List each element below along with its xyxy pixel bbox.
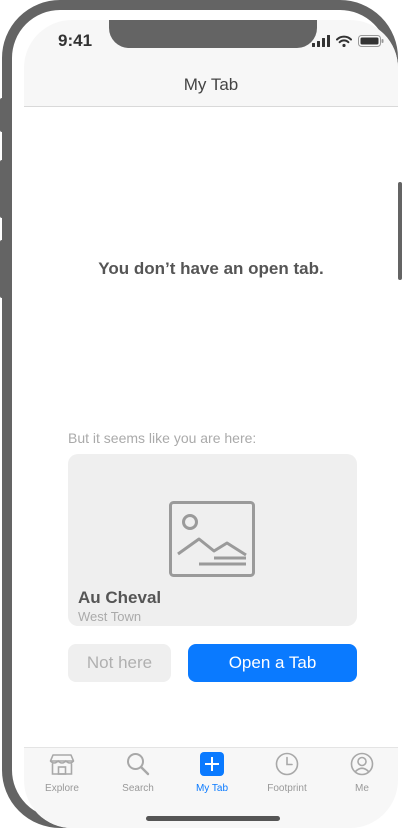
profile-icon — [350, 752, 374, 781]
notch — [109, 20, 317, 48]
wifi-icon — [336, 34, 352, 52]
status-time: 9:41 — [58, 31, 93, 50]
tab-footprint[interactable]: Footprint — [257, 752, 317, 794]
tab-label: Search — [122, 783, 154, 794]
place-neighborhood: West Town — [78, 609, 142, 624]
screen: My Tab 9:41 You don’t have an open tab. … — [24, 20, 398, 828]
tab-explore[interactable]: Explore — [32, 753, 92, 794]
image-placeholder-icon — [169, 501, 255, 582]
tab-label: Me — [355, 783, 369, 794]
battery-icon — [358, 34, 384, 52]
search-icon — [126, 752, 150, 781]
place-name: Au Cheval — [78, 588, 162, 607]
suggested-place-card[interactable]: Au Cheval West Town — [68, 454, 357, 626]
open-tab-button[interactable]: Open a Tab — [188, 644, 357, 682]
status-icons — [312, 34, 384, 52]
location-hint: But it seems like you are here: — [68, 430, 257, 446]
power-button — [398, 182, 402, 280]
home-indicator — [146, 816, 280, 821]
clock-icon — [275, 752, 299, 781]
plus-icon — [200, 751, 224, 781]
tab-label: My Tab — [195, 783, 229, 794]
cellular-signal-icon — [312, 34, 330, 52]
tab-me[interactable]: Me — [332, 752, 392, 794]
page-title: My Tab — [183, 75, 239, 94]
tab-label: Footprint — [267, 783, 307, 794]
not-here-button[interactable]: Not here — [68, 644, 171, 682]
tab-search[interactable]: Search — [108, 752, 168, 794]
empty-state-message: You don’t have an open tab. — [98, 259, 324, 278]
tab-label: Explore — [45, 783, 79, 794]
tab-my-tab[interactable]: My Tab — [182, 751, 242, 794]
phone-frame: My Tab 9:41 You don’t have an open tab. … — [2, 0, 398, 828]
storefront-icon — [49, 752, 75, 781]
